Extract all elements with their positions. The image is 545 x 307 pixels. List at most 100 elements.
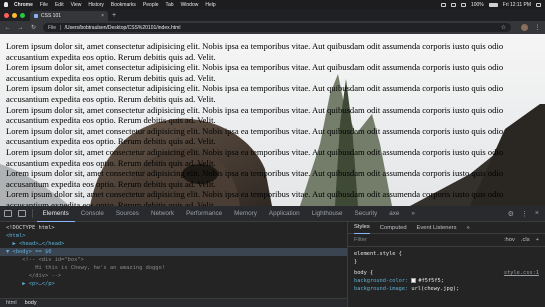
- tab-event-listeners[interactable]: Event Listeners: [417, 225, 457, 231]
- paragraph: Lorem ipsum dolor sit, amet consectetur …: [6, 41, 504, 62]
- tab-styles[interactable]: Styles: [354, 222, 370, 234]
- css-property[interactable]: background-image:: [354, 286, 408, 292]
- menu-bookmarks[interactable]: Bookmarks: [111, 2, 136, 8]
- add-rule-button[interactable]: +: [536, 237, 539, 243]
- color-swatch[interactable]: [411, 278, 417, 283]
- menu-tab[interactable]: Tab: [166, 2, 174, 8]
- tab-lighthouse[interactable]: Lighthouse: [306, 206, 349, 222]
- dom-comment-text[interactable]: Hi this is Chewy, he's an amazing doggo!: [0, 264, 347, 272]
- wifi-icon[interactable]: [460, 2, 466, 7]
- site-info-label[interactable]: File: [48, 25, 56, 31]
- styles-filter-bar: Filter :hov .cls +: [348, 234, 545, 247]
- styles-more-button[interactable]: »: [467, 225, 470, 231]
- tab-network[interactable]: Network: [145, 206, 180, 222]
- forward-button[interactable]: →: [17, 24, 24, 32]
- devtools-close-button[interactable]: ×: [535, 210, 539, 218]
- page-viewport: Lorem ipsum dolor sit, amet consectetur …: [0, 34, 545, 206]
- styles-filter-input[interactable]: Filter: [354, 237, 367, 243]
- address-bar[interactable]: File /Users/bobtraulsen/Desktop/CSS%2010…: [43, 23, 511, 32]
- close-window-icon[interactable]: [4, 12, 9, 18]
- class-toggle-button[interactable]: .cls: [521, 237, 530, 243]
- breadcrumb-body[interactable]: body: [25, 300, 37, 306]
- menu-window[interactable]: Window: [181, 2, 199, 8]
- more-tabs-button[interactable]: »: [405, 206, 421, 222]
- body-rule[interactable]: body { style.css:1 background-color: #f5…: [354, 269, 539, 293]
- window-controls: [4, 12, 25, 18]
- devtools-menu-button[interactable]: ⋮: [521, 210, 528, 218]
- style-rules: element.style { } body { style.css:1 bac…: [348, 247, 545, 299]
- menu-view[interactable]: View: [71, 2, 82, 8]
- paragraph: Lorem ipsum dolor sit, amet consectetur …: [6, 146, 504, 168]
- tab-title: CSS 101: [41, 13, 62, 19]
- apple-icon[interactable]: [4, 2, 8, 7]
- menu-history[interactable]: History: [88, 2, 104, 8]
- dom-tree: <!DOCTYPE html> <html> ▶ <head>…</head> …: [0, 222, 347, 298]
- new-tab-button[interactable]: +: [112, 11, 116, 20]
- devtools-actions: ⚙ ⋮ ×: [508, 210, 545, 218]
- breadcrumb-html[interactable]: html: [6, 300, 17, 306]
- menu-file[interactable]: File: [40, 2, 48, 8]
- settings-icon[interactable]: ⚙: [508, 210, 514, 218]
- page-paragraphs: Lorem ipsum dolor sit, amet consectetur …: [6, 41, 540, 206]
- dom-comment-close[interactable]: </div> -->: [0, 272, 347, 280]
- menu-people[interactable]: People: [143, 2, 159, 8]
- element-style-rule[interactable]: element.style { }: [354, 250, 539, 266]
- reload-button[interactable]: ↻: [30, 24, 37, 32]
- screen-icon[interactable]: [450, 2, 456, 7]
- chrome-menu-button[interactable]: ⋮: [534, 24, 541, 32]
- devtools-separator: [32, 209, 33, 218]
- tab-memory[interactable]: Memory: [228, 206, 263, 222]
- tab-computed[interactable]: Computed: [380, 225, 407, 231]
- menubar-status-area: 100% Fri 12:11 PM: [440, 2, 541, 8]
- paragraph: Lorem ipsum dolor sit, amet consectetur …: [6, 168, 504, 189]
- macos-menubar: Chrome File Edit View History Bookmarks …: [0, 0, 545, 9]
- dom-comment-open[interactable]: <!-- <div id="box">: [0, 256, 347, 264]
- paragraph: Lorem ipsum dolor sit, amet consectetur …: [6, 104, 504, 126]
- rule-source-link[interactable]: style.css:1: [504, 269, 539, 277]
- browser-toolbar: ← → ↻ File /Users/bobtraulsen/Desktop/CS…: [0, 21, 545, 34]
- tab-elements[interactable]: Elements: [36, 206, 75, 222]
- tab-axe[interactable]: axe: [383, 206, 405, 222]
- dom-body-selected[interactable]: ▼ <body> == $0: [0, 248, 347, 256]
- tab-performance[interactable]: Performance: [180, 206, 228, 222]
- css-value[interactable]: url(chewy.jpg);: [411, 286, 459, 292]
- back-button[interactable]: ←: [4, 24, 11, 32]
- dom-head[interactable]: ▶ <head>…</head>: [0, 240, 347, 248]
- styles-tab-bar: Styles Computed Event Listeners »: [348, 222, 545, 234]
- tab-console[interactable]: Console: [75, 206, 110, 222]
- hover-state-button[interactable]: :hov: [504, 237, 515, 243]
- devtools-panel: Elements Console Sources Network Perform…: [0, 206, 545, 307]
- styles-pane: Styles Computed Event Listeners » Filter…: [347, 222, 545, 307]
- bookmark-star-icon[interactable]: ☆: [501, 24, 506, 31]
- paragraph: Lorem ipsum dolor sit, amet consectetur …: [6, 83, 504, 104]
- css-property[interactable]: background-color:: [354, 278, 408, 284]
- breadcrumb: html body: [0, 298, 347, 307]
- maximize-window-icon[interactable]: [20, 12, 25, 18]
- tab-application[interactable]: Application: [263, 206, 306, 222]
- menu-app-name[interactable]: Chrome: [14, 2, 33, 8]
- battery-icon[interactable]: [488, 2, 498, 7]
- device-toolbar-icon[interactable]: [18, 210, 26, 217]
- browser-tab[interactable]: CSS 101 ×: [30, 11, 108, 21]
- inspect-element-icon[interactable]: [4, 210, 12, 217]
- paragraph: Lorem ipsum dolor sit, amet consectetur …: [6, 62, 504, 83]
- menu-edit[interactable]: Edit: [55, 2, 64, 8]
- dom-html[interactable]: <html>: [0, 232, 347, 240]
- paragraph: Lorem ipsum dolor sit, amet consectetur …: [6, 125, 504, 147]
- dom-doctype[interactable]: <!DOCTYPE html>: [0, 224, 347, 232]
- favicon-icon: [34, 14, 38, 18]
- dom-p[interactable]: ▶ <p>…</p>: [0, 280, 347, 288]
- tab-close-icon[interactable]: ×: [101, 13, 104, 19]
- address-separator: [60, 25, 61, 30]
- css-value[interactable]: #f5f5f5;: [418, 278, 444, 284]
- tray-icon[interactable]: [440, 2, 446, 7]
- minimize-window-icon[interactable]: [12, 12, 17, 18]
- paragraph: Lorem ipsum dolor sit, amet consectetur …: [6, 189, 504, 206]
- tab-sources[interactable]: Sources: [110, 206, 145, 222]
- tab-security[interactable]: Security: [349, 206, 384, 222]
- address-url[interactable]: /Users/bobtraulsen/Desktop/CSS%20101/ind…: [65, 25, 181, 31]
- menubar-clock[interactable]: Fri 12:11 PM: [503, 2, 531, 8]
- menu-help[interactable]: Help: [205, 2, 215, 8]
- profile-avatar[interactable]: [521, 24, 528, 31]
- search-icon[interactable]: [536, 2, 541, 7]
